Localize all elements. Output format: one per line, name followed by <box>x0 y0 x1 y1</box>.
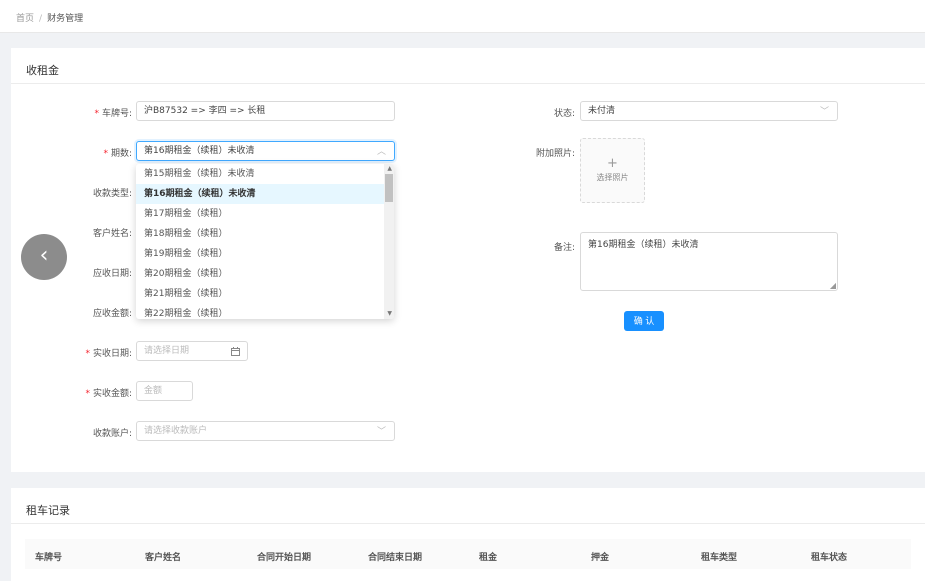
required-mark: * <box>94 109 99 119</box>
chevron-down-icon: ﹀ <box>819 107 829 117</box>
breadcrumb-separator: / <box>39 14 43 24</box>
column-header[interactable]: 租车类型 <box>701 550 737 563</box>
actual-amount-input[interactable]: 金额 <box>136 381 193 401</box>
scroll-up-icon[interactable]: ▲ <box>387 165 392 172</box>
period-option[interactable]: 第17期租金（续租） <box>136 204 394 224</box>
period-option[interactable]: 第18期租金（续租） <box>136 224 394 244</box>
divider <box>11 523 925 524</box>
period-option[interactable]: 第21期租金（续租） <box>136 284 394 304</box>
period-option[interactable]: 第22期租金（续租） <box>136 304 394 319</box>
scroll-thumb[interactable] <box>385 174 393 202</box>
actual-amount-label: * 实收金额: <box>85 389 132 399</box>
plus-icon: + <box>607 156 618 171</box>
column-header[interactable]: 客户姓名 <box>145 550 181 563</box>
plate-label: * 车牌号: <box>94 109 132 119</box>
records-table-header: 车牌号 客户姓名 合同开始日期 合同结束日期 租金 押金 租车类型 租车状态 <box>25 539 911 569</box>
collect-type-label: 收款类型: <box>92 189 132 199</box>
top-bar: 首页 / 财务管理 <box>0 0 925 33</box>
due-date-label: 应收日期: <box>92 269 132 279</box>
required-mark: * <box>85 389 90 399</box>
column-header[interactable]: 租金 <box>479 550 497 563</box>
period-options-list: 第15期租金（续租）未收清 第16期租金（续租）未收清 第17期租金（续租） 第18期… <box>136 164 394 319</box>
column-header[interactable]: 押金 <box>591 550 609 563</box>
period-label: * 期数: <box>103 149 132 159</box>
card-title: 收租金 <box>26 64 59 77</box>
period-select[interactable]: 第16期租金（续租）未收清 ︿ <box>136 141 395 161</box>
breadcrumb-home[interactable]: 首页 <box>16 14 34 24</box>
chevron-up-icon: ︿ <box>376 147 386 157</box>
required-mark: * <box>85 349 90 359</box>
dropdown-scrollbar[interactable]: ▲ ▼ <box>384 164 394 319</box>
period-option[interactable]: 第19期租金（续租） <box>136 244 394 264</box>
divider <box>11 83 925 84</box>
period-option[interactable]: 第20期租金（续租） <box>136 264 394 284</box>
photo-label: 附加照片: <box>535 149 575 159</box>
status-label: 状态: <box>553 109 575 119</box>
chevron-down-icon: ﹀ <box>376 427 386 437</box>
due-amount-label: 应收金额: <box>92 309 132 319</box>
breadcrumb-current: 财务管理 <box>47 14 84 24</box>
records-title: 租车记录 <box>26 504 70 517</box>
calendar-icon <box>231 347 240 356</box>
account-select[interactable]: 请选择收款账户 ﹀ <box>136 421 395 441</box>
resize-handle-icon[interactable]: ◢ <box>830 281 836 290</box>
photo-upload[interactable]: + 选择照片 <box>580 138 645 203</box>
column-header[interactable]: 合同结束日期 <box>368 550 422 563</box>
period-dropdown: 第15期租金（续租）未收清 第16期租金（续租）未收清 第17期租金（续租） 第18期… <box>136 164 394 319</box>
period-option[interactable]: 第15期租金（续租）未收清 <box>136 164 394 184</box>
column-header[interactable]: 租车状态 <box>811 550 847 563</box>
photo-upload-text: 选择照片 <box>596 173 629 182</box>
column-header[interactable]: 合同开始日期 <box>257 550 311 563</box>
status-select[interactable]: 未付清 ﹀ <box>580 101 838 121</box>
remark-textarea[interactable]: 第16期租金（续租）未收清 ◢ <box>580 232 838 291</box>
back-button[interactable]: ‹ <box>21 234 67 280</box>
period-option[interactable]: 第16期租金（续租）未收清 <box>136 184 394 204</box>
plate-input[interactable]: 沪B87532 => 李四 => 长租 <box>136 101 395 121</box>
customer-label: 客户姓名: <box>92 229 132 239</box>
rental-records-card: 租车记录 车牌号 客户姓名 合同开始日期 合同结束日期 租金 押金 租车类型 租… <box>11 488 925 581</box>
scroll-down-icon[interactable]: ▼ <box>387 310 392 317</box>
actual-date-picker[interactable]: 请选择日期 <box>136 341 248 361</box>
remark-label: 备注: <box>553 243 575 253</box>
column-header[interactable]: 车牌号 <box>35 550 62 563</box>
account-label: 收款账户: <box>92 429 132 439</box>
actual-date-label: * 实收日期: <box>85 349 132 359</box>
confirm-button[interactable]: 确 认 <box>624 311 664 331</box>
required-mark: * <box>103 149 108 159</box>
breadcrumb: 首页 / 财务管理 <box>16 11 83 24</box>
